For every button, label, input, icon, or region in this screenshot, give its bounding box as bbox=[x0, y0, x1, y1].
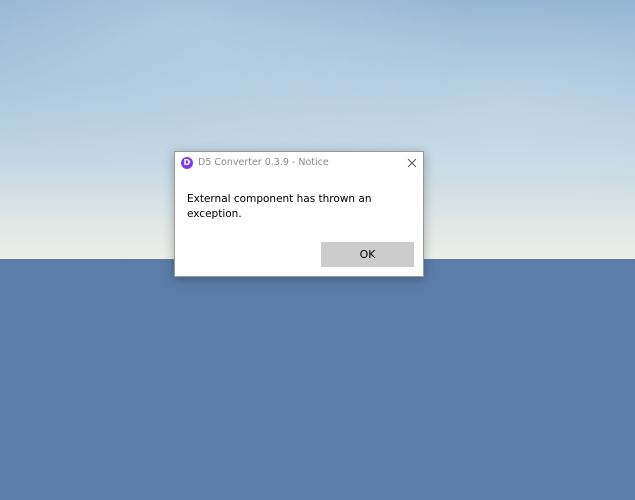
notice-dialog: D D5 Converter 0.3.9 - Notice External c… bbox=[174, 151, 424, 277]
close-icon bbox=[407, 158, 417, 168]
desktop-viewport: D D5 Converter 0.3.9 - Notice External c… bbox=[0, 0, 635, 500]
close-button[interactable] bbox=[403, 154, 421, 172]
dialog-message: External component has thrown an excepti… bbox=[187, 193, 372, 220]
ok-button[interactable]: OK bbox=[321, 242, 414, 267]
d5-logo-icon: D bbox=[181, 157, 193, 169]
ground-background bbox=[0, 259, 635, 500]
dialog-title: D5 Converter 0.3.9 - Notice bbox=[198, 157, 329, 168]
dialog-titlebar[interactable]: D D5 Converter 0.3.9 - Notice bbox=[175, 152, 423, 174]
